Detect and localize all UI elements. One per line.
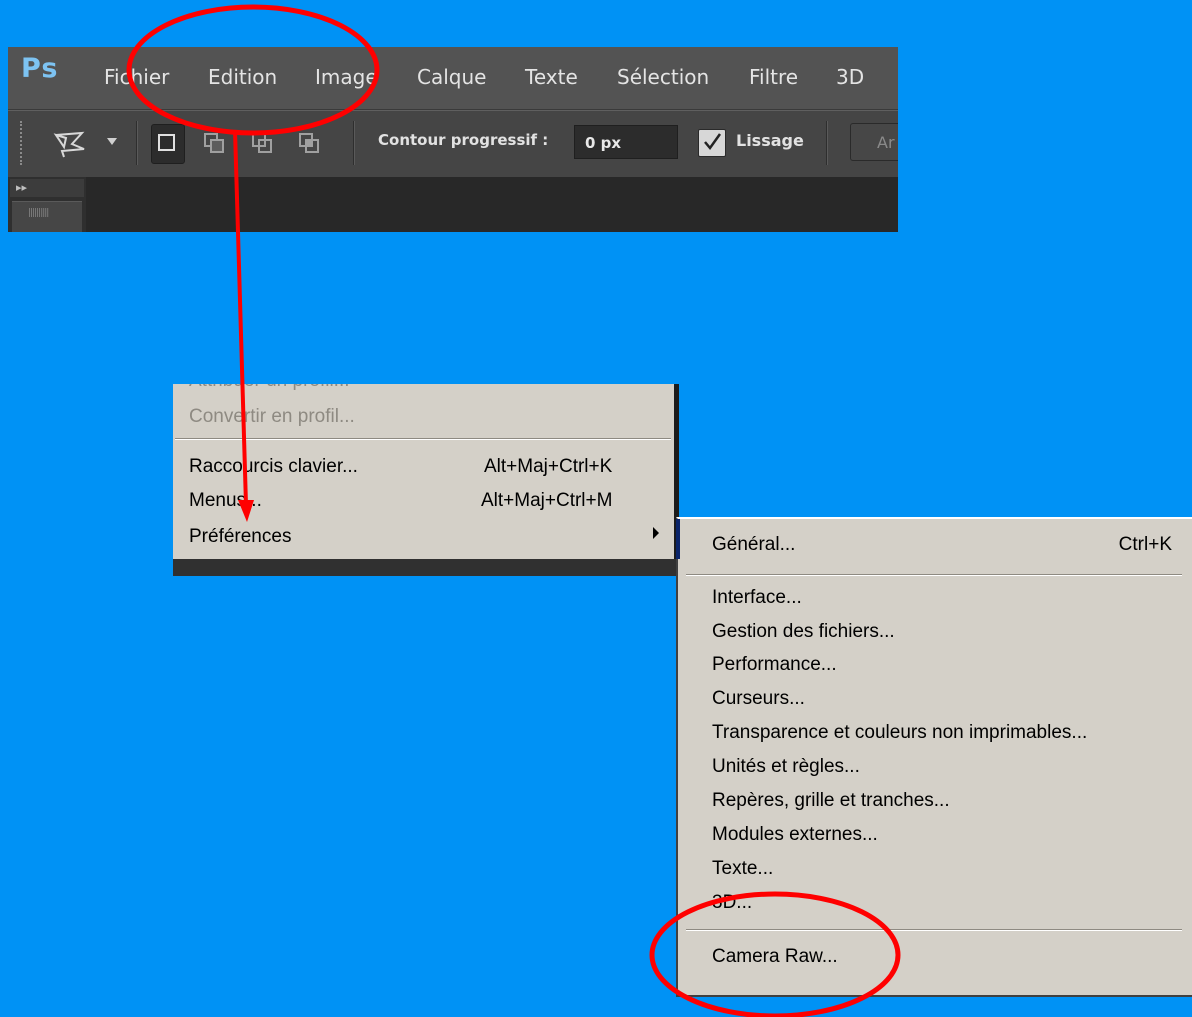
chevron-down-icon[interactable] [107, 138, 117, 146]
pref-item-interface[interactable]: Interface... [712, 587, 802, 609]
pref-item-guides-grid-slices[interactable]: Repères, grille et tranches... [712, 790, 950, 812]
add-to-selection-button[interactable] [198, 124, 230, 162]
menu-fichier[interactable]: Fichier [104, 65, 169, 89]
options-bar-grip[interactable] [20, 121, 26, 165]
menu-edition[interactable]: Edition [208, 65, 277, 89]
panel-dock: ▸▸ |||||||||| [8, 177, 86, 232]
new-selection-button[interactable] [151, 124, 185, 164]
new-selection-icon [158, 134, 175, 151]
menu-texte[interactable]: Texte [525, 65, 578, 89]
photoshop-logo: Ps [21, 53, 59, 84]
menu-item-assign-profile: Attribuer un profil... [189, 384, 350, 392]
panel-grip: |||||||||| [28, 208, 49, 218]
add-to-selection-icon [204, 133, 224, 153]
edit-menu-crop: Attribuer un profil... Convertir en prof… [173, 384, 679, 576]
options-divider [136, 121, 138, 165]
checkmark-icon [704, 133, 722, 151]
submenu-highlight-edge [676, 519, 680, 559]
shortcut-menus: Alt+Maj+Ctrl+M [481, 490, 613, 511]
antialias-label: Lissage [736, 131, 804, 150]
pref-item-file-handling[interactable]: Gestion des fichiers... [712, 621, 895, 643]
shortcut-general: Ctrl+K [1118, 534, 1172, 555]
antialias-checkbox[interactable] [698, 129, 726, 157]
polygonal-lasso-icon[interactable] [52, 129, 90, 159]
menu-filtre[interactable]: Filtre [749, 65, 798, 89]
menu-3d[interactable]: 3D [836, 65, 864, 89]
subtract-from-selection-icon [252, 133, 272, 153]
options-divider [826, 121, 828, 165]
preferences-submenu: Général... Ctrl+K Interface... Gestion d… [676, 517, 1192, 997]
menu-separator [686, 929, 1182, 931]
pref-item-plugins[interactable]: Modules externes... [712, 824, 878, 846]
subtract-from-selection-button[interactable] [246, 124, 278, 162]
submenu-arrow-icon [653, 527, 659, 539]
pref-item-3d[interactable]: 3D... [712, 892, 752, 914]
pref-item-camera-raw[interactable]: Camera Raw... [712, 946, 838, 968]
expand-panels-icon[interactable]: ▸▸ [10, 179, 84, 197]
options-bar: Contour progressif : 0 px Lissage Ar [8, 110, 898, 177]
pref-item-performance[interactable]: Performance... [712, 654, 837, 676]
pref-item-general[interactable]: Général... [712, 534, 795, 556]
panel-tab[interactable]: |||||||||| [12, 201, 82, 232]
pref-item-type[interactable]: Texte... [712, 858, 773, 880]
feather-input[interactable]: 0 px [574, 125, 678, 159]
menu-item-menus[interactable]: Menus... [189, 490, 262, 512]
menu-separator [686, 574, 1182, 576]
pref-item-transparency-gamut[interactable]: Transparence et couleurs non imprimables… [712, 722, 1087, 744]
workspace-strip [173, 559, 679, 576]
refine-edge-button[interactable]: Ar [850, 123, 898, 161]
menu-item-preferences[interactable]: Préférences [189, 526, 291, 548]
menu-bar: Ps Fichier Edition Image Calque Texte Sé… [8, 47, 898, 110]
options-divider [353, 121, 355, 165]
feather-label: Contour progressif : [378, 131, 549, 149]
photoshop-window: Ps Fichier Edition Image Calque Texte Sé… [8, 47, 898, 232]
menu-item-keyboard-shortcuts[interactable]: Raccourcis clavier... [189, 456, 358, 478]
intersect-selection-icon [299, 133, 319, 153]
menu-item-convert-profile: Convertir en profil... [189, 406, 355, 427]
menu-selection[interactable]: Sélection [617, 65, 709, 89]
menu-calque[interactable]: Calque [417, 65, 486, 89]
shortcut-keyboard-shortcuts: Alt+Maj+Ctrl+K [484, 456, 613, 477]
intersect-selection-button[interactable] [293, 124, 325, 162]
menu-image[interactable]: Image [315, 65, 378, 89]
menu-separator [175, 438, 671, 440]
pref-item-cursors[interactable]: Curseurs... [712, 688, 805, 710]
pref-item-units-rulers[interactable]: Unités et règles... [712, 756, 860, 778]
